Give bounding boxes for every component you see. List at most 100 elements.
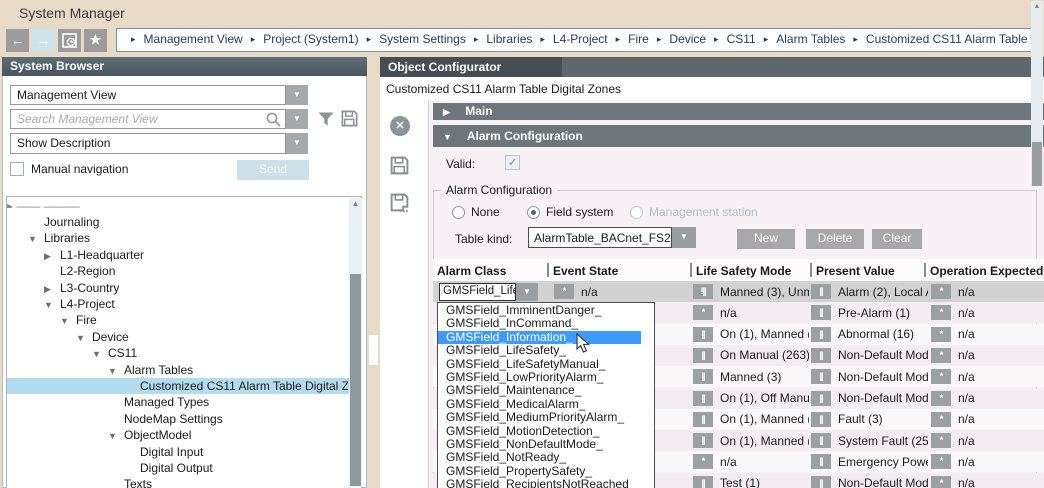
new-button[interactable]: New bbox=[737, 229, 795, 249]
dropdown-scrollbar-thumb[interactable] bbox=[1032, 142, 1042, 186]
save-icon[interactable] bbox=[389, 155, 410, 176]
discard-button[interactable]: ✕ bbox=[390, 116, 410, 136]
breadcrumb-item[interactable]: Management View bbox=[144, 32, 243, 46]
tree-item-objectmodel[interactable]: ▼ObjectModel bbox=[8, 428, 348, 444]
description-selector-arrow[interactable]: ▼ bbox=[286, 133, 308, 154]
dropdown-item[interactable]: GMSField_LifeSafety_ bbox=[438, 344, 641, 357]
delete-button[interactable]: Delete bbox=[806, 229, 864, 249]
breadcrumb[interactable]: ▸Management View▸Project (System1)▸Syste… bbox=[116, 28, 1040, 52]
tree-item-managed-types[interactable]: Managed Types bbox=[8, 395, 348, 411]
dropdown-item[interactable]: GMSField_LowPriorityAlarm_ bbox=[438, 371, 641, 384]
dropdown-item[interactable]: GMSField_MedicalAlarm_ bbox=[438, 398, 641, 411]
dropdown-scrollbar[interactable]: ▲ bbox=[1031, 1, 1043, 186]
search-input[interactable]: Search Management View bbox=[10, 109, 286, 129]
tree-item-digital-output[interactable]: Digital Output bbox=[8, 461, 348, 477]
dropdown-item[interactable]: GMSField_MediumPriorityAlarm_ bbox=[438, 411, 641, 424]
breadcrumb-item[interactable]: Device bbox=[669, 32, 706, 46]
history-button[interactable] bbox=[58, 29, 81, 52]
chevron-down-icon[interactable]: ▼ bbox=[28, 234, 37, 244]
breadcrumb-separator-icon: ▸ bbox=[367, 34, 372, 44]
breadcrumb-item[interactable]: Libraries bbox=[486, 32, 532, 46]
chevron-right-icon[interactable]: ▶ bbox=[44, 251, 51, 262]
radio-none[interactable] bbox=[452, 206, 465, 219]
search-dropdown-arrow[interactable]: ▼ bbox=[286, 109, 308, 129]
alarm-class-combo[interactable]: GMSField_LifeSafe bbox=[439, 283, 516, 301]
scroll-up-icon[interactable]: ▲ bbox=[349, 198, 362, 210]
column-header-life-safety-mode[interactable]: Life Safety Mode bbox=[696, 264, 791, 278]
view-selector[interactable]: Management View bbox=[10, 85, 286, 105]
send-button[interactable]: Send bbox=[237, 160, 309, 180]
breadcrumb-item[interactable]: L4-Project bbox=[553, 32, 608, 46]
dropdown-item[interactable]: GMSField_ImminentDanger_ bbox=[438, 304, 641, 317]
chevron-right-icon[interactable]: ▶ bbox=[44, 284, 51, 295]
scroll-up-icon[interactable]: ▲ bbox=[1031, 1, 1043, 12]
table-row[interactable]: GMSField_LifeSafe▼*n/a!||Manned (3), Unm… bbox=[433, 281, 1044, 302]
dropdown-item[interactable]: GMSField_MotionDetection_ bbox=[438, 425, 641, 438]
dropdown-item[interactable]: GMSField_NonDefaultMode_ bbox=[438, 438, 641, 451]
tree-item-libraries[interactable]: ▼Libraries bbox=[8, 231, 348, 247]
description-selector[interactable]: Show Description bbox=[10, 133, 286, 154]
alarm-class-combo-arrow[interactable]: ▼ bbox=[516, 283, 538, 301]
view-selector-arrow[interactable]: ▼ bbox=[286, 85, 308, 105]
filter-icon[interactable] bbox=[317, 110, 335, 128]
favorites-button[interactable]: ★ bbox=[84, 29, 107, 52]
save-as-icon[interactable] bbox=[389, 192, 410, 213]
tree-item-l4-project[interactable]: ▼L4-Project bbox=[8, 297, 348, 313]
breadcrumb-item[interactable]: Project (System1) bbox=[263, 32, 358, 46]
panel-splitter-handle[interactable] bbox=[369, 335, 378, 365]
state-badge: * bbox=[931, 412, 951, 427]
tree-item-cs11[interactable]: ▼CS11 bbox=[8, 346, 348, 362]
tree-item-customized-cs11-alarm-table-digital-zones[interactable]: Customized CS11 Alarm Table Digital Zone… bbox=[8, 379, 348, 395]
tree-item-l2-region[interactable]: L2-Region bbox=[8, 264, 348, 280]
column-header-event-state[interactable]: Event State bbox=[553, 264, 618, 278]
manual-navigation-checkbox[interactable] bbox=[10, 162, 24, 176]
object-configurator-tab[interactable]: Object Configurator bbox=[380, 57, 562, 77]
tree-item-digital-input[interactable]: Digital Input bbox=[8, 445, 348, 461]
dropdown-item[interactable]: GMSField_LifeSafetyManual_ bbox=[438, 358, 641, 371]
tree-item-device[interactable]: ▼Device bbox=[8, 330, 348, 346]
tree-item-fire[interactable]: ▼Fire bbox=[8, 313, 348, 329]
chevron-down-icon[interactable]: ▼ bbox=[108, 431, 117, 441]
chevron-down-icon[interactable]: ▼ bbox=[108, 366, 117, 376]
table-kind-arrow[interactable]: ▼ bbox=[672, 227, 696, 248]
dropdown-item[interactable]: GMSField_PropertySafety_ bbox=[438, 465, 641, 478]
breadcrumb-item[interactable]: Alarm Tables bbox=[776, 32, 845, 46]
clear-button[interactable]: Clear bbox=[872, 229, 922, 249]
dropdown-item[interactable]: GMSField_Maintenance_ bbox=[438, 384, 641, 397]
breadcrumb-item[interactable]: Fire bbox=[628, 32, 649, 46]
chevron-down-icon[interactable]: ▼ bbox=[60, 316, 69, 326]
chevron-down-icon[interactable]: ▼ bbox=[44, 300, 53, 310]
state-badge: * bbox=[931, 327, 951, 342]
section-main[interactable]: ▶ Main bbox=[433, 103, 1044, 120]
forward-button[interactable]: → bbox=[32, 29, 55, 52]
column-header-operation-expected[interactable]: Operation Expected bbox=[930, 264, 1043, 278]
table-kind-select[interactable]: AlarmTable_BACnet_FS20 bbox=[528, 227, 672, 248]
tree-item-texts[interactable]: Texts bbox=[8, 477, 348, 488]
tree-item-nodemap-settings[interactable]: NodeMap Settings bbox=[8, 412, 348, 428]
state-badge: || bbox=[811, 305, 831, 320]
back-button[interactable]: ← bbox=[6, 29, 29, 52]
tree-item-l1-headquarter[interactable]: ▶L1-Headquarter bbox=[8, 248, 348, 264]
breadcrumb-separator-icon: ▸ bbox=[540, 34, 545, 44]
breadcrumb-item[interactable]: System Settings bbox=[379, 32, 466, 46]
tree-item-alarm-tables[interactable]: ▼Alarm Tables bbox=[8, 363, 348, 379]
tree-item-l3-country[interactable]: ▶L3-Country bbox=[8, 281, 348, 297]
breadcrumb-item[interactable]: CS11 bbox=[727, 32, 756, 46]
chevron-down-icon[interactable]: ▼ bbox=[92, 349, 101, 359]
column-header-present-value[interactable]: Present Value bbox=[816, 264, 895, 278]
breadcrumb-item[interactable]: Customized CS11 Alarm Table Digital Zone… bbox=[866, 32, 1040, 46]
radio-field-system[interactable] bbox=[527, 206, 540, 219]
dropdown-item[interactable]: GMSField_InCommand_ bbox=[438, 317, 641, 330]
tree-item-journaling[interactable]: Journaling bbox=[8, 215, 348, 231]
column-header-alarm-class[interactable]: Alarm Class bbox=[437, 264, 506, 278]
section-alarm-configuration[interactable]: ▼ Alarm Configuration bbox=[433, 125, 1044, 147]
tree-scrollbar-thumb[interactable] bbox=[350, 274, 361, 486]
dropdown-item[interactable]: GMSField_Information_ bbox=[438, 331, 641, 344]
radio-label: Field system bbox=[546, 205, 613, 219]
dropdown-item[interactable]: GMSField_RecipientsNotReached_ bbox=[438, 478, 641, 488]
save-filter-icon[interactable] bbox=[340, 109, 359, 128]
chevron-down-icon[interactable]: ▼ bbox=[76, 333, 85, 343]
event-state-cell: *n/a bbox=[554, 283, 690, 300]
dropdown-item[interactable]: GMSField_NotReady_ bbox=[438, 451, 641, 464]
tree-scrollbar[interactable]: ▲ bbox=[349, 198, 362, 487]
